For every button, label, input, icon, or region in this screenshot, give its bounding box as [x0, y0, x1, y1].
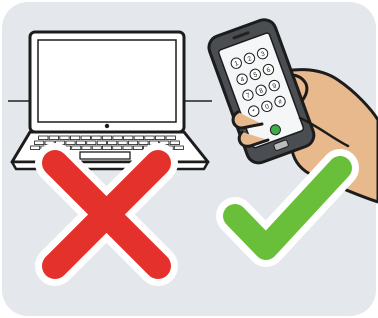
laptop-key: [86, 140, 97, 145]
laptop-key: [132, 145, 143, 150]
laptop-key: [30, 145, 41, 150]
laptop-key: [112, 135, 123, 140]
laptop-key: [173, 145, 184, 150]
laptop-display: [37, 39, 177, 123]
laptop-key: [144, 135, 155, 140]
laptop-key: [91, 135, 102, 140]
laptop-key: [165, 135, 176, 140]
laptop-key: [154, 135, 166, 140]
laptop-key: [112, 145, 123, 150]
laptop-key: [133, 135, 144, 140]
laptop-logo: [104, 123, 110, 129]
laptop-key: [128, 140, 139, 145]
laptop-key: [107, 140, 118, 145]
comparison-illustration: 1 2 3 4 5 6 7 8 9 * 0 #: [0, 0, 378, 318]
laptop-key: [169, 140, 180, 145]
laptop-key: [48, 135, 60, 140]
laptop-key: [102, 145, 113, 150]
laptop-key: [65, 140, 76, 145]
laptop-key: [75, 140, 86, 145]
laptop-key: [81, 145, 92, 150]
laptop-key: [80, 135, 91, 140]
laptop-icon: [8, 30, 212, 171]
laptop-key: [38, 135, 49, 140]
laptop-key: [71, 145, 82, 150]
laptop-key: [96, 140, 107, 145]
laptop-key: [138, 140, 149, 145]
laptop-key: [91, 145, 102, 150]
laptop-key: [101, 135, 113, 140]
laptop-key: [34, 140, 45, 145]
laptop-key: [122, 145, 133, 150]
illustration-canvas: 123456789*0#: [2, 2, 378, 316]
laptop-key: [123, 135, 134, 140]
laptop-key: [59, 135, 70, 140]
laptop-key: [70, 135, 81, 140]
laptop-key: [117, 140, 128, 145]
